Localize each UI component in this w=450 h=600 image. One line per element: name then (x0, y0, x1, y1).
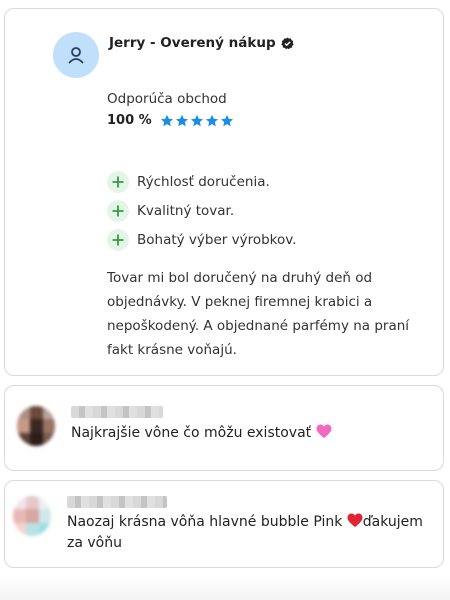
recommend-percent: 100 % (107, 113, 152, 128)
comment-text-content: Najkrajšie vône čo môžu existovať (71, 425, 312, 441)
review-card: Jerry - Overený nákup Odporúča obchod 10… (4, 8, 444, 376)
comment-card: Najkrajšie vône čo môžu existovať (4, 385, 444, 471)
commenter-name-blurred (67, 496, 167, 508)
comment-card: Naozaj krásna vôňa hlavné bubble Pink ďa… (4, 480, 444, 568)
user-icon (68, 47, 84, 64)
comment-text: Najkrajšie vône čo môžu existovať (71, 423, 431, 444)
pro-text: Bohatý výber výrobkov. (137, 231, 297, 248)
commenter-name-blurred (71, 406, 163, 418)
star-icon (205, 114, 218, 126)
comment-text-content: Naozaj krásna vôňa hlavné bubble Pink (67, 514, 347, 530)
avatar (17, 406, 55, 446)
star-icon (160, 114, 173, 126)
plus-icon (107, 199, 129, 222)
recommend-row: 100 % (107, 113, 234, 128)
review-text: Tovar mi bol doručený na druhý deň od ob… (107, 270, 410, 358)
pro-text: Kvalitný tovar. (137, 202, 235, 219)
recommend-label: Odporúča obchod (107, 91, 227, 107)
star-icon (190, 114, 203, 126)
pro-item: Kvalitný tovar. (107, 196, 297, 225)
star-icon (220, 114, 233, 126)
reviewer-name: Jerry - Overený nákup (109, 35, 276, 51)
star-icon (175, 114, 188, 126)
red-heart-icon (347, 513, 363, 527)
star-rating (160, 114, 234, 128)
pro-item: Rýchlosť doručenia. (107, 167, 297, 196)
reviewer: Jerry - Overený nákup (109, 35, 294, 51)
pros-list: Rýchlosť doručenia. Kvalitný tovar. Boha… (107, 167, 297, 254)
plus-icon (107, 228, 129, 251)
pro-text: Rýchlosť doručenia. (137, 173, 270, 190)
comment-text: Naozaj krásna vôňa hlavné bubble Pink ďa… (67, 512, 437, 554)
avatar (53, 32, 99, 78)
verified-icon (281, 36, 294, 49)
pro-item: Bohatý výber výrobkov. (107, 225, 297, 254)
plus-icon (107, 170, 129, 193)
bottom-fade (0, 576, 450, 600)
avatar (13, 496, 51, 536)
pink-heart-icon (316, 424, 332, 438)
